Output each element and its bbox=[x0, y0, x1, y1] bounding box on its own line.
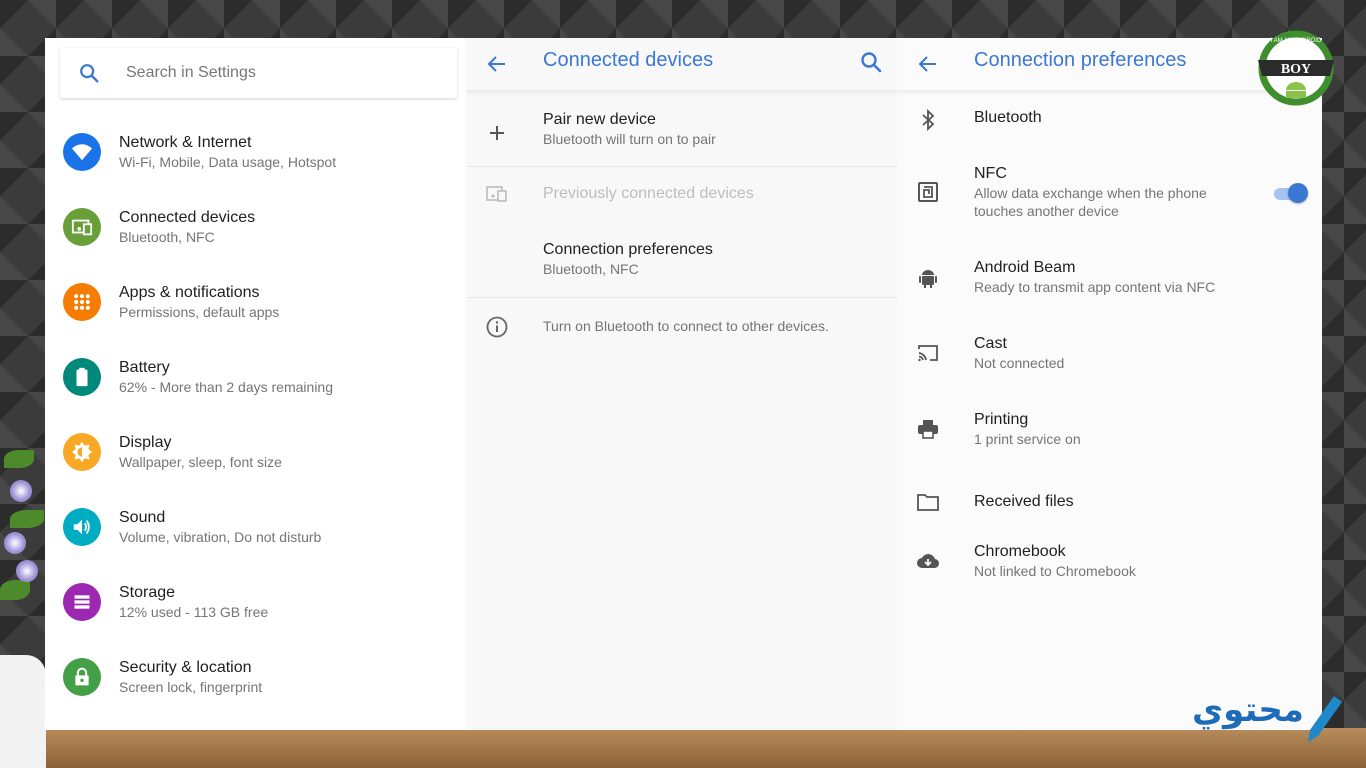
category-subtitle: 12% used - 113 GB free bbox=[119, 604, 269, 620]
row-title: Connection preferences bbox=[543, 241, 713, 258]
category-apps-notifications[interactable]: Apps & notifications Permissions, defaul… bbox=[63, 272, 463, 332]
nfc-toggle[interactable] bbox=[1272, 182, 1308, 204]
toggle-thumb bbox=[1288, 183, 1308, 203]
divider bbox=[467, 297, 897, 298]
android-icon bbox=[919, 270, 937, 288]
category-subtitle: Wallpaper, sleep, font size bbox=[119, 454, 282, 470]
pair-new-device-row[interactable]: Pair new device Bluetooth will turn on t… bbox=[467, 100, 897, 166]
row-subtitle: Not linked to Chromebook bbox=[974, 563, 1136, 579]
battery-icon bbox=[63, 358, 101, 396]
folder-icon bbox=[917, 494, 939, 511]
category-title: Display bbox=[119, 434, 172, 451]
category-title: Apps & notifications bbox=[119, 284, 260, 301]
plus-icon bbox=[490, 126, 504, 140]
info-text: Turn on Bluetooth to connect to other de… bbox=[543, 318, 829, 334]
divider bbox=[467, 166, 897, 167]
received-files-row[interactable]: Received files bbox=[898, 480, 1322, 524]
header-shadow bbox=[467, 90, 897, 96]
category-subtitle: 62% - More than 2 days remaining bbox=[119, 379, 333, 395]
back-arrow-icon[interactable] bbox=[916, 52, 940, 76]
row-subtitle: 1 print service on bbox=[974, 431, 1081, 447]
category-title: Security & location bbox=[119, 659, 252, 676]
connected-devices-header: Connected devices bbox=[467, 38, 897, 94]
settings-categories-pane: Network & Internet Wi-Fi, Mobile, Data u… bbox=[45, 38, 465, 730]
chromebook-row[interactable]: Chromebook Not linked to Chromebook bbox=[898, 536, 1322, 586]
row-title: Pair new device bbox=[543, 111, 656, 128]
row-title: Previously connected devices bbox=[543, 185, 754, 202]
watermark-logo: محتوي bbox=[1190, 686, 1346, 748]
printer-icon bbox=[918, 420, 938, 439]
category-sound[interactable]: Sound Volume, vibration, Do not disturb bbox=[63, 497, 463, 557]
row-subtitle: Not connected bbox=[974, 355, 1065, 371]
bluetooth-icon bbox=[922, 108, 935, 132]
category-subtitle: Bluetooth, NFC bbox=[119, 229, 215, 245]
brightness-icon bbox=[63, 433, 101, 471]
info-icon bbox=[486, 316, 508, 338]
background-plant bbox=[0, 440, 46, 680]
background-table bbox=[0, 728, 1366, 768]
logo-text: BOY bbox=[1281, 62, 1311, 77]
row-subtitle: Allow data exchange when the phone touch… bbox=[974, 185, 1207, 219]
category-display[interactable]: Display Wallpaper, sleep, font size bbox=[63, 422, 463, 482]
cast-icon bbox=[918, 345, 938, 362]
row-title: Cast bbox=[974, 335, 1007, 352]
row-title: Chromebook bbox=[974, 543, 1066, 560]
cloud-download-icon bbox=[917, 554, 940, 569]
android-beam-row[interactable]: Android Beam Ready to transmit app conte… bbox=[898, 252, 1322, 302]
bluetooth-info-row: Turn on Bluetooth to connect to other de… bbox=[467, 310, 897, 344]
category-connected-devices[interactable]: Connected devices Bluetooth, NFC bbox=[63, 197, 463, 257]
category-title: Storage bbox=[119, 584, 176, 601]
logo-ring-text: I AM AN ANDROID bbox=[1271, 38, 1322, 44]
category-network-internet[interactable]: Network & Internet Wi-Fi, Mobile, Data u… bbox=[63, 122, 463, 182]
category-title: Network & Internet bbox=[119, 134, 252, 151]
back-arrow-icon[interactable] bbox=[485, 52, 509, 76]
row-subtitle: Bluetooth, NFC bbox=[543, 261, 639, 277]
apps-grid-icon bbox=[63, 283, 101, 321]
printing-row[interactable]: Printing 1 print service on bbox=[898, 404, 1322, 454]
volume-icon bbox=[63, 508, 101, 546]
row-subtitle: Bluetooth will turn on to pair bbox=[543, 131, 716, 147]
cast-row[interactable]: Cast Not connected bbox=[898, 328, 1322, 378]
row-subtitle: Ready to transmit app content via NFC bbox=[974, 279, 1216, 295]
category-title: Connected devices bbox=[119, 209, 256, 226]
category-title: Sound bbox=[119, 509, 166, 526]
category-subtitle: Volume, vibration, Do not disturb bbox=[119, 529, 322, 545]
connection-preferences-pane: Connection preferences Bluetooth NFC All… bbox=[898, 38, 1322, 730]
storage-icon bbox=[63, 583, 101, 621]
nfc-row[interactable]: NFC Allow data exchange when the phone t… bbox=[898, 160, 1322, 224]
page-title: Connection preferences bbox=[974, 49, 1187, 71]
category-title: Battery bbox=[119, 359, 170, 376]
category-battery[interactable]: Battery 62% - More than 2 days remaining bbox=[63, 347, 463, 407]
category-subtitle: Permissions, default apps bbox=[119, 304, 280, 320]
devices-icon bbox=[486, 186, 507, 202]
category-security-location[interactable]: Security & location Screen lock, fingerp… bbox=[63, 647, 463, 707]
search-icon[interactable] bbox=[859, 50, 883, 74]
row-title: Bluetooth bbox=[974, 109, 1042, 126]
category-subtitle: Screen lock, fingerprint bbox=[119, 679, 263, 695]
search-input[interactable] bbox=[126, 64, 406, 82]
lock-icon bbox=[63, 658, 101, 696]
category-subtitle: Wi-Fi, Mobile, Data usage, Hotspot bbox=[119, 154, 337, 170]
nfc-icon bbox=[918, 182, 938, 202]
row-title: Printing bbox=[974, 411, 1029, 428]
row-title: Received files bbox=[974, 493, 1074, 510]
wifi-icon bbox=[63, 133, 101, 171]
search-icon bbox=[80, 64, 99, 83]
category-storage[interactable]: Storage 12% used - 113 GB free bbox=[63, 572, 463, 632]
search-bar[interactable] bbox=[60, 48, 457, 98]
row-title: Android Beam bbox=[974, 259, 1076, 276]
devices-icon bbox=[63, 208, 101, 246]
background-pot bbox=[0, 655, 46, 768]
page-title: Connected devices bbox=[543, 49, 714, 71]
previously-connected-devices-row: Previously connected devices bbox=[467, 170, 897, 218]
channel-logo: BOY I AM AN ANDROID bbox=[1258, 30, 1334, 106]
row-title: NFC bbox=[974, 165, 1007, 182]
connected-devices-pane: Connected devices Pair new device Blueto… bbox=[467, 38, 897, 730]
settings-screen: Network & Internet Wi-Fi, Mobile, Data u… bbox=[45, 38, 1322, 730]
connection-preferences-row[interactable]: Connection preferences Bluetooth, NFC bbox=[467, 234, 897, 296]
watermark-text: محتوي bbox=[1192, 690, 1304, 730]
